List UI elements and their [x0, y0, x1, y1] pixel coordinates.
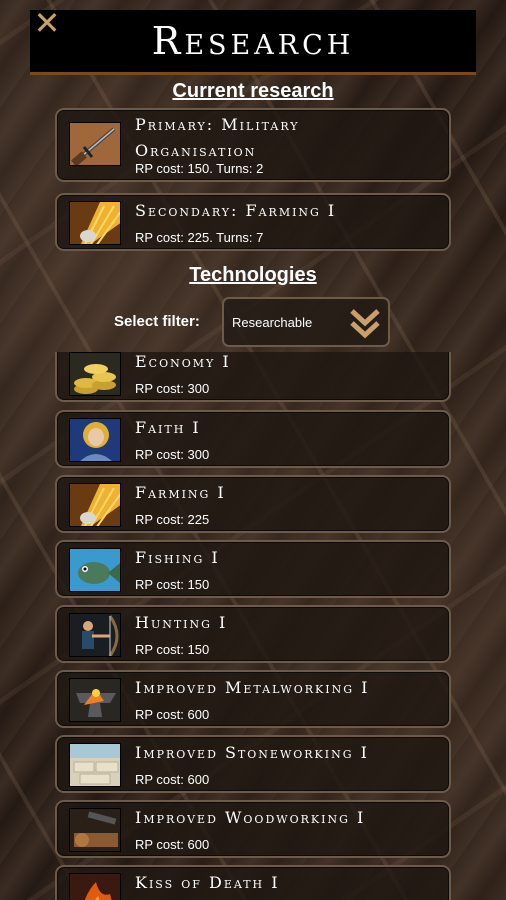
close-icon[interactable]: ✕ — [32, 7, 62, 39]
tech-cost: RP cost: 600 — [135, 837, 210, 852]
fish-icon — [69, 548, 121, 592]
archer-icon — [69, 613, 121, 657]
double-chevron-down-icon — [350, 309, 380, 339]
tech-cost: RP cost: 600 — [135, 772, 210, 787]
tech-name: Hunting I — [135, 613, 228, 632]
current-research-secondary[interactable]: Secondary: Farming I RP cost: 225. Turns… — [55, 193, 451, 251]
fire-icon — [69, 873, 121, 900]
current-primary-name: Primary: Military — [135, 115, 300, 134]
tech-name: Fishing I — [135, 548, 220, 567]
tech-row-stoneworking[interactable]: Improved Stoneworking I RP cost: 600 — [55, 735, 451, 793]
tech-name: Kiss of Death I — [135, 873, 280, 892]
tech-name: Improved Woodworking I — [135, 808, 366, 827]
page-title: Research — [151, 19, 355, 63]
tech-cost: RP cost: 300 — [135, 381, 210, 396]
stone-icon — [69, 743, 121, 787]
tech-row-kiss-of-death[interactable]: Kiss of Death I — [55, 865, 451, 900]
tech-row-fishing[interactable]: Fishing I RP cost: 150 — [55, 540, 451, 598]
wheat-icon — [69, 483, 121, 527]
anvil-icon — [69, 678, 121, 722]
tech-name: Economy I — [135, 352, 231, 371]
tech-row-faith[interactable]: Faith I RP cost: 300 — [55, 410, 451, 468]
current-primary-cost: RP cost: 150. Turns: 2 — [135, 161, 264, 176]
tech-name: Faith I — [135, 418, 201, 437]
tech-cost: RP cost: 150 — [135, 642, 210, 657]
filter-value: Researchable — [232, 315, 313, 330]
tech-cost: RP cost: 300 — [135, 447, 210, 462]
filter-dropdown[interactable]: Researchable — [222, 297, 390, 347]
current-secondary-cost: RP cost: 225. Turns: 7 — [135, 230, 264, 245]
technology-list[interactable]: Economy I RP cost: 300 Faith I RP cost: … — [0, 352, 506, 900]
tech-cost: RP cost: 600 — [135, 707, 210, 722]
tech-cost: RP cost: 150 — [135, 577, 210, 592]
current-secondary-name: Secondary: Farming I — [135, 201, 337, 220]
tech-cost: RP cost: 225 — [135, 512, 210, 527]
wheat-icon — [69, 201, 121, 245]
tech-name: Improved Metalworking I — [135, 678, 370, 697]
saint-icon — [69, 418, 121, 462]
coins-icon — [69, 352, 121, 396]
title-bar: Research — [30, 10, 476, 75]
sword-icon — [69, 122, 121, 166]
tech-row-economy[interactable]: Economy I RP cost: 300 — [55, 352, 451, 402]
filter-label: Select filter: — [114, 313, 200, 330]
tech-name: Improved Stoneworking I — [135, 743, 369, 762]
current-research-heading: Current research — [172, 80, 334, 102]
tech-row-woodworking[interactable]: Improved Woodworking I RP cost: 600 — [55, 800, 451, 858]
saw-icon — [69, 808, 121, 852]
tech-row-hunting[interactable]: Hunting I RP cost: 150 — [55, 605, 451, 663]
tech-row-metalworking[interactable]: Improved Metalworking I RP cost: 600 — [55, 670, 451, 728]
technologies-heading: Technologies — [189, 264, 317, 286]
tech-row-farming[interactable]: Farming I RP cost: 225 — [55, 475, 451, 533]
current-research-primary[interactable]: Primary: Military Organisation RP cost: … — [55, 108, 451, 182]
tech-name: Farming I — [135, 483, 226, 502]
